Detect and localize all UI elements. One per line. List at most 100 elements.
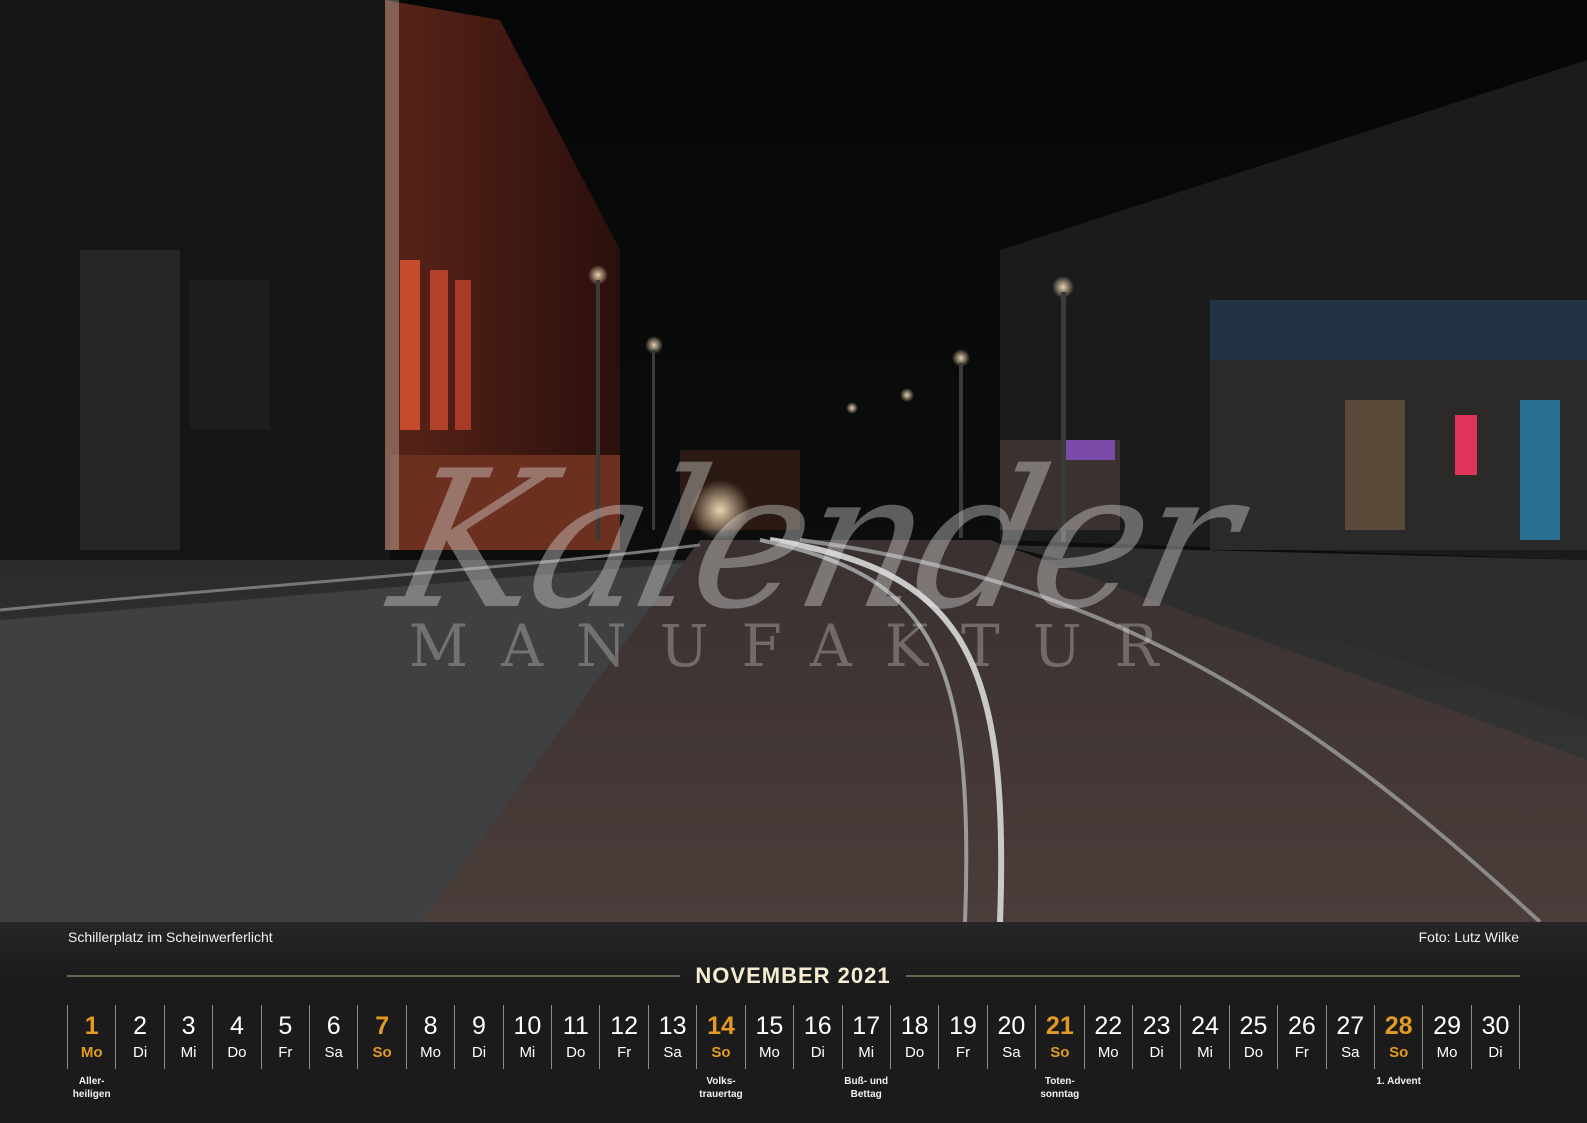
day-number: 3 [181, 1012, 196, 1040]
day-number: 15 [755, 1012, 784, 1040]
day-cell: 16 Di [793, 1005, 841, 1069]
day-number: 14 [707, 1012, 735, 1040]
weekday-label: So [1050, 1044, 1070, 1061]
day-number: 6 [326, 1012, 341, 1040]
day-cell: 10 Mi [502, 1005, 551, 1069]
day-cell: 29 Mo [1422, 1005, 1470, 1069]
weekday-label: Fr [1294, 1044, 1309, 1061]
holiday-note: Volks- trauertag [699, 1076, 743, 1100]
holiday-note: 1. Advent [1376, 1076, 1421, 1087]
calendar-strip: Schillerplatz im Scheinwerferlicht Foto:… [0, 922, 1587, 1123]
weekday-label: Mi [1197, 1044, 1213, 1061]
weekday-label: Mi [180, 1044, 197, 1061]
day-number: 8 [423, 1012, 438, 1040]
day-cell: 12 Fr [599, 1005, 647, 1069]
photo-caption: Schillerplatz im Scheinwerferlicht [68, 929, 273, 945]
weekday-label: Sa [663, 1044, 682, 1061]
day-cell: 26 Fr [1277, 1005, 1325, 1069]
title-rule-right [906, 975, 1520, 977]
day-cell: 2 Di [115, 1005, 163, 1069]
day-cell: 15 Mo [744, 1005, 793, 1069]
day-number: 11 [562, 1012, 589, 1040]
photo-illustration [0, 0, 1587, 922]
weekday-label: Sa [324, 1044, 343, 1061]
title-rule-left [67, 975, 680, 977]
holiday-note: Toten- sonntag [1040, 1076, 1080, 1100]
day-number: 2 [133, 1012, 148, 1040]
day-number: 13 [658, 1012, 687, 1040]
day-cell: 11 Do [551, 1005, 599, 1069]
day-number: 26 [1287, 1012, 1316, 1040]
day-number: 5 [278, 1012, 293, 1040]
day-cell: 23 Di [1131, 1005, 1180, 1069]
weekday-label: Di [810, 1044, 825, 1061]
day-number: 22 [1094, 1012, 1123, 1040]
weekday-label: Fr [955, 1044, 971, 1061]
holiday-note: Aller- heiligen [72, 1076, 111, 1100]
day-cell: 24 Mi [1180, 1005, 1228, 1069]
weekday-label: Mo [1097, 1044, 1119, 1061]
day-cell: 17 Mi Buß- und Bettag [841, 1005, 890, 1100]
day-number: 4 [229, 1012, 244, 1040]
weekday-label: Do [905, 1044, 925, 1061]
weekday-label: So [711, 1044, 731, 1061]
day-number: 1 [84, 1012, 99, 1040]
day-number: 21 [1045, 1012, 1074, 1040]
day-number: 23 [1142, 1012, 1171, 1040]
day-cell: 4 Do [212, 1005, 260, 1069]
day-number: 17 [852, 1012, 881, 1040]
day-cell: 18 Do [889, 1005, 938, 1069]
photo-credit: Foto: Lutz Wilke [1418, 929, 1519, 945]
weekday-label: Di [1488, 1044, 1503, 1061]
weekday-label: Mo [1436, 1044, 1458, 1061]
day-cell: 13 Sa [647, 1005, 696, 1069]
day-number: 29 [1433, 1012, 1461, 1040]
weekday-label: Sa [1002, 1044, 1021, 1061]
weekday-label: Mi [519, 1044, 536, 1061]
day-cell: 9 Di [454, 1005, 502, 1069]
day-cell: 30 Di [1470, 1005, 1521, 1069]
weekday-label: Sa [1341, 1044, 1360, 1061]
day-number: 7 [375, 1012, 390, 1040]
weekday-label: So [372, 1044, 392, 1061]
day-cell: 22 Mo [1083, 1005, 1132, 1069]
weekday-label: Mi [858, 1044, 875, 1061]
day-number: 10 [513, 1012, 542, 1040]
calendar-page: Kalender MANUFAKTUR Schillerplatz im Sch… [0, 0, 1587, 1123]
day-number: 9 [472, 1012, 486, 1040]
day-number: 18 [900, 1012, 929, 1040]
weekday-label: Di [1149, 1044, 1164, 1061]
day-number: 27 [1336, 1012, 1365, 1040]
day-number: 16 [803, 1012, 832, 1040]
weekday-label: Do [227, 1044, 247, 1061]
weekday-label: Mo [420, 1044, 441, 1061]
day-cell: 21 So Toten- sonntag [1035, 1005, 1083, 1100]
weekday-label: Mo [758, 1044, 780, 1061]
day-cell: 8 Mo [405, 1005, 454, 1069]
day-cell: 1 Mo Aller- heiligen [67, 1005, 115, 1100]
holiday-note: Buß- und Bettag [844, 1076, 889, 1100]
day-cell: 5 Fr [260, 1005, 309, 1069]
weekday-label: Fr [278, 1044, 293, 1061]
day-cell: 14 So Volks- trauertag [696, 1005, 744, 1100]
weekday-label: Di [471, 1044, 487, 1061]
day-number: 28 [1384, 1012, 1413, 1040]
day-cell: 19 Fr [938, 1005, 986, 1069]
day-number: 30 [1481, 1012, 1510, 1040]
day-number: 19 [949, 1012, 977, 1040]
day-cell: 6 Sa [309, 1005, 357, 1069]
day-number: 24 [1191, 1012, 1219, 1040]
month-title: NOVEMBER 2021 [695, 963, 891, 988]
weekday-label: Mo [80, 1044, 103, 1061]
day-cell: 20 Sa [986, 1005, 1035, 1069]
day-number: 12 [610, 1012, 639, 1040]
weekday-label: So [1389, 1044, 1409, 1061]
day-cell: 3 Mi [163, 1005, 212, 1069]
day-number: 20 [997, 1012, 1026, 1040]
day-cell: 25 Do [1228, 1005, 1277, 1069]
day-cell: 28 So 1. Advent [1373, 1005, 1422, 1087]
weekday-label: Di [133, 1044, 148, 1061]
day-number: 25 [1239, 1012, 1268, 1040]
day-cell: 27 Sa [1325, 1005, 1374, 1069]
night-street-photo: Kalender MANUFAKTUR [0, 0, 1587, 922]
